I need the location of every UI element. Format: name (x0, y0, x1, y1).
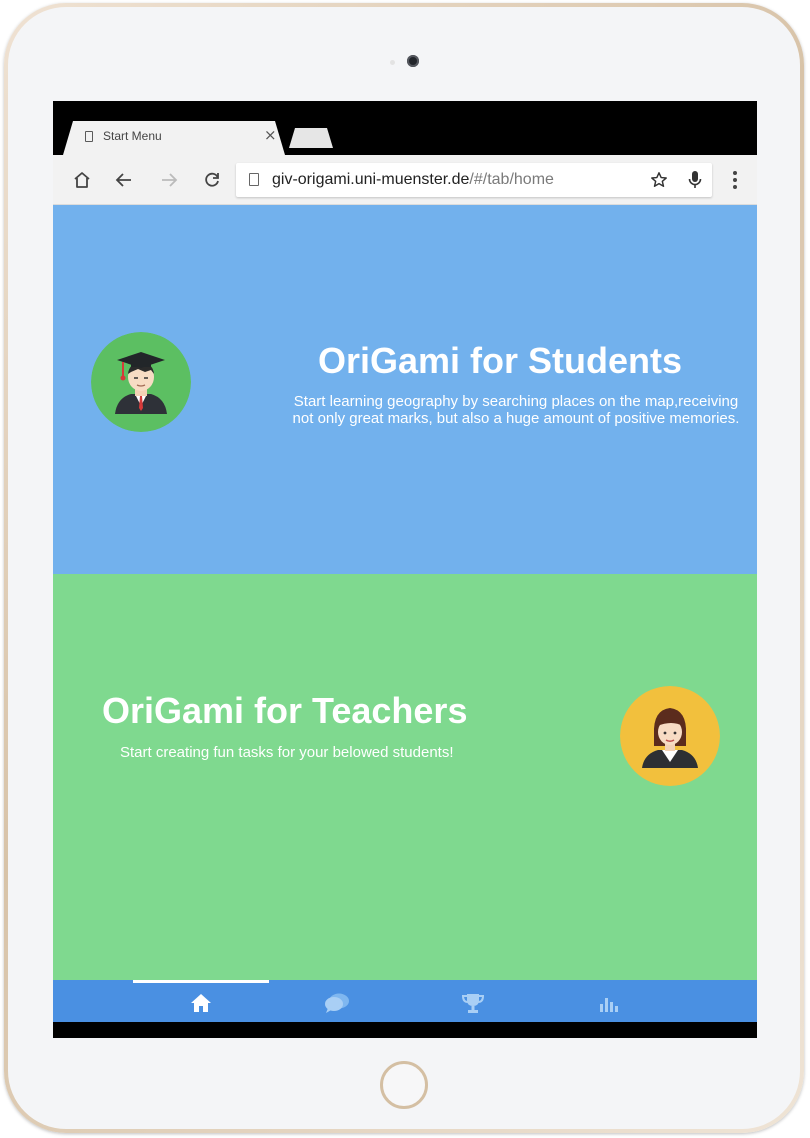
home-button[interactable] (64, 155, 100, 205)
url-host: giv-origami.uni-muenster.de (272, 171, 470, 188)
tab-achievements[interactable] (405, 983, 541, 1022)
trophy-icon (461, 993, 485, 1013)
microphone-icon (688, 171, 702, 188)
bottom-tab-bar (53, 980, 757, 1022)
tab-title: Start Menu (103, 129, 162, 143)
menu-dot (733, 178, 737, 182)
teacher-avatar-icon (620, 686, 720, 786)
tab-close-icon[interactable]: × (264, 126, 277, 144)
tab-statistics[interactable] (541, 983, 677, 1022)
tab-chat[interactable] (269, 983, 405, 1022)
bookmark-star-button[interactable] (644, 163, 674, 197)
front-camera (407, 55, 419, 67)
students-section[interactable]: OriGami for Students Start learning geog… (53, 205, 757, 574)
reload-icon (205, 172, 219, 187)
browser-home-icon (74, 172, 90, 188)
menu-dot (733, 171, 737, 175)
voice-search-button[interactable] (680, 163, 710, 197)
students-description-line: Start learning geography by searching pl… (293, 393, 739, 410)
teachers-section[interactable]: OriGami for Teachers Start creating fun … (53, 574, 757, 980)
chat-icon (325, 993, 349, 1013)
new-tab-button[interactable] (289, 128, 333, 148)
teachers-title: OriGami for Teachers (102, 690, 468, 731)
home-icon (191, 993, 211, 1012)
star-icon (651, 172, 667, 188)
page-info-icon (249, 173, 259, 186)
browser-tabstrip: Start Menu × (53, 101, 757, 155)
teachers-description: Start creating fun tasks for your belowe… (120, 744, 454, 761)
bar-chart-icon (600, 997, 618, 1012)
students-description: Start learning geography by searching pl… (280, 393, 752, 427)
document-icon (85, 131, 93, 142)
screen: Start Menu × giv-origami.uni-muenster.de… (53, 101, 757, 1038)
reload-button[interactable] (194, 155, 230, 205)
arrow-right-icon (162, 173, 178, 187)
browser-menu-button[interactable] (721, 155, 749, 205)
url-text: giv-origami.uni-muenster.de/#/tab/home (272, 171, 554, 189)
arrow-left-icon (115, 173, 131, 187)
url-path: /#/tab/home (469, 171, 554, 188)
back-button[interactable] (106, 155, 142, 205)
device-home-button[interactable] (380, 1061, 428, 1109)
address-bar[interactable]: giv-origami.uni-muenster.de/#/tab/home (236, 163, 712, 197)
students-title: OriGami for Students (318, 340, 683, 381)
forward-button[interactable] (151, 155, 187, 205)
browser-toolbar: giv-origami.uni-muenster.de/#/tab/home (53, 155, 757, 205)
screen-bottom-bar (53, 1022, 757, 1038)
tab-home[interactable] (133, 983, 269, 1022)
sensor-dot (390, 60, 395, 65)
students-description-line: not only great marks, but also a huge am… (292, 410, 740, 427)
browser-tab-active[interactable]: Start Menu × (63, 121, 285, 155)
menu-dot (733, 185, 737, 189)
student-graduate-icon (91, 332, 191, 432)
